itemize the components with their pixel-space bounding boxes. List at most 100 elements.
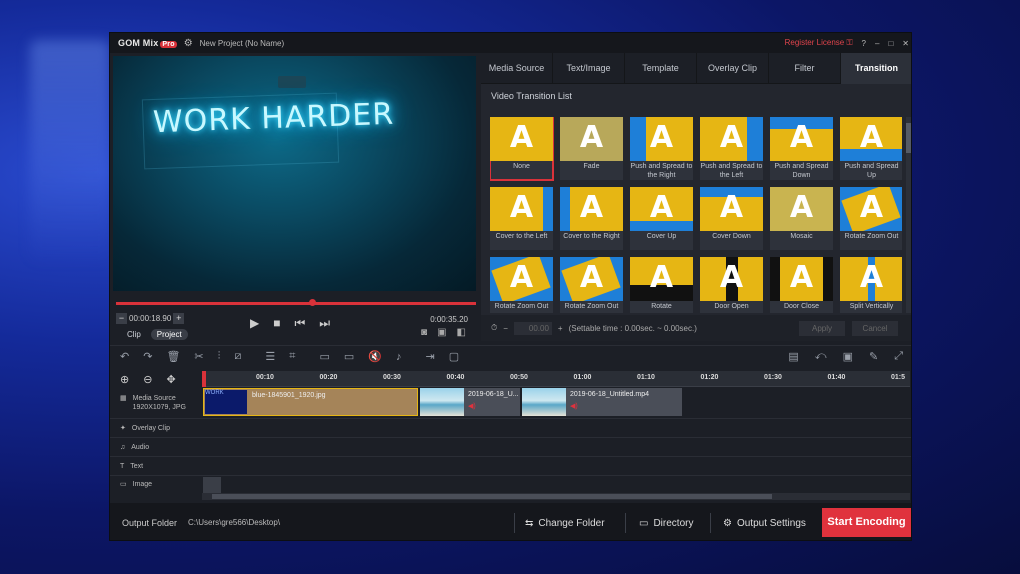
seek-bar[interactable] xyxy=(116,299,476,306)
timeline: ⊕ ⊖ ✥ 00:10 00:20 00:30 00:40 00:50 01:00 01:1… xyxy=(110,369,911,501)
tab-filter[interactable]: Filter xyxy=(769,53,841,84)
stop-icon[interactable]: ■ xyxy=(273,316,280,331)
time-decrement-button[interactable]: − xyxy=(116,313,127,324)
text-icon: T xyxy=(120,463,125,470)
split-icon[interactable]: ⫶ xyxy=(218,350,221,363)
transition-label: Cover Up xyxy=(646,233,677,240)
new-project-icon[interactable]: ▤ xyxy=(788,350,798,363)
transition-item[interactable]: A Cover Down xyxy=(700,187,763,250)
crop-tool-icon[interactable]: ⌗ xyxy=(289,350,295,363)
transition-item[interactable]: A Mosaic xyxy=(770,187,833,250)
fit-icon[interactable]: ✥ xyxy=(166,373,175,386)
transition-item[interactable]: A Door Open xyxy=(700,257,763,313)
save-project-icon[interactable]: ▣ xyxy=(843,350,853,363)
tab-transition[interactable]: Transition xyxy=(841,53,911,84)
clip-video-1[interactable]: 2019-06-18_U... ◀) xyxy=(420,388,520,416)
text-label: Text xyxy=(130,463,144,470)
neon-sign-text: WORK HARDER xyxy=(152,96,395,141)
insert-icon[interactable]: ⇥ xyxy=(425,350,434,363)
tab-project[interactable]: Project xyxy=(150,329,188,340)
minimize-button[interactable]: – xyxy=(875,39,879,48)
transition-item[interactable]: A Door Close xyxy=(770,257,833,313)
seek-handle[interactable] xyxy=(309,299,316,306)
redo-icon[interactable]: ↷ xyxy=(143,350,152,363)
transition-scrollbar[interactable] xyxy=(906,117,911,313)
settable-time-text: (Settable time : 0.00sec. ~ 0.00sec.) xyxy=(568,323,697,333)
maximize-button[interactable]: □ xyxy=(888,39,893,48)
play-icon[interactable]: ▶ xyxy=(250,316,259,331)
apply-button[interactable]: Apply xyxy=(799,321,845,336)
adjust-icon[interactable]: ☰ xyxy=(265,350,275,363)
crop-icon[interactable]: ▣ xyxy=(437,327,446,338)
zoom-out-icon[interactable]: ⊖ xyxy=(143,373,152,386)
clip-video-2[interactable]: 2019-06-18_Untitled.mp4 ◀) xyxy=(522,388,682,416)
transition-item[interactable]: A Push and Spread to the Left xyxy=(700,117,763,180)
playhead[interactable] xyxy=(202,371,206,387)
mute-icon[interactable]: 🔇 xyxy=(368,350,382,363)
tab-text-image[interactable]: Text/Image xyxy=(553,53,625,84)
transition-item[interactable]: A Rotate Zoom Out xyxy=(840,187,902,250)
snapshot-icon[interactable]: ◙ xyxy=(421,327,427,338)
transition-thumbnail: A xyxy=(490,117,553,161)
transition-thumbnail: A xyxy=(560,187,623,231)
media-source-label: Media Source xyxy=(132,395,176,402)
time-ruler[interactable]: 00:10 00:20 00:30 00:40 00:50 01:00 01:10 01:20… xyxy=(202,371,910,387)
transition-label: Push and Spread Up xyxy=(844,163,899,179)
transition-item[interactable]: A Cover to the Left xyxy=(490,187,553,250)
audio-off-icon[interactable]: ♪ xyxy=(396,351,402,363)
transition-item[interactable]: A Fade xyxy=(560,117,623,180)
image-track: ▭ Image xyxy=(110,476,911,493)
timeline-scrollbar[interactable] xyxy=(202,493,910,500)
transition-item[interactable]: A Rotate Zoom Out xyxy=(490,257,553,313)
directory-button[interactable]: ▭ Directory xyxy=(639,512,693,534)
duration-increment[interactable]: + xyxy=(558,324,563,333)
transition-item[interactable]: A Cover Up xyxy=(630,187,693,250)
start-encoding-button[interactable]: Start Encoding xyxy=(822,508,911,537)
split-view-icon[interactable]: ◧ xyxy=(457,327,466,338)
prev-frame-icon[interactable]: ⏮ xyxy=(294,316,305,331)
register-license-link[interactable]: Register License ⚿ xyxy=(785,38,853,48)
frame-icon[interactable]: ▢ xyxy=(449,350,459,363)
transition-thumbnail: A xyxy=(700,187,763,231)
export-icon[interactable]: ⤢ xyxy=(894,350,903,363)
transition-label: Cover to the Right xyxy=(563,233,620,240)
duration-decrement[interactable]: − xyxy=(503,324,508,333)
gear-icon[interactable]: ⚙ xyxy=(184,38,193,49)
video-preview[interactable]: WORK HARDER xyxy=(113,56,476,291)
tab-clip[interactable]: Clip xyxy=(121,329,147,340)
zoom-in-icon[interactable]: ⊕ xyxy=(120,373,129,386)
next-frame-icon[interactable]: ⏭ xyxy=(319,316,330,331)
image-icon[interactable]: ▭ xyxy=(344,350,354,363)
project-name: New Project (No Name) xyxy=(199,38,285,48)
transition-item[interactable]: A Push and Spread Up xyxy=(840,117,902,180)
image-left-icon[interactable]: ▭ xyxy=(319,350,329,363)
tab-overlay-clip[interactable]: Overlay Clip xyxy=(697,53,769,84)
image-clip-stub[interactable] xyxy=(203,477,221,493)
trim-icon[interactable]: ⧄ xyxy=(234,350,241,363)
clip-thumbnail xyxy=(420,388,464,416)
transition-item[interactable]: A Split Vertically xyxy=(840,257,902,313)
transition-item[interactable]: A Push and Spread to the Right xyxy=(630,117,693,180)
transition-item[interactable]: A Cover to the Right xyxy=(560,187,623,250)
transition-item[interactable]: A Rotate xyxy=(630,257,693,313)
transition-item[interactable]: A Push and Spread Down xyxy=(770,117,833,180)
open-project-icon[interactable]: ⤺ xyxy=(815,350,827,363)
tab-media-source[interactable]: Media Source xyxy=(481,53,553,84)
tab-template[interactable]: Template xyxy=(625,53,697,84)
time-increment-button[interactable]: + xyxy=(173,313,185,324)
current-time[interactable]: 00:00:18.90 xyxy=(129,314,171,323)
transition-item[interactable]: A None xyxy=(490,117,554,181)
clip-image[interactable]: WORK blue-1845901_1920.jpg xyxy=(203,388,418,416)
help-button[interactable]: ? xyxy=(862,39,866,48)
output-settings-button[interactable]: ⚙ Output Settings xyxy=(723,512,806,534)
cancel-button[interactable]: Cancel xyxy=(852,321,898,336)
close-button[interactable]: ✕ xyxy=(902,39,909,48)
change-folder-button[interactable]: ⇆ Change Folder xyxy=(525,512,605,534)
edit-project-icon[interactable]: ✎ xyxy=(869,350,878,363)
delete-icon[interactable]: 🗑 xyxy=(166,350,180,363)
cut-icon[interactable]: ✂ xyxy=(194,350,203,363)
text-track: T Text xyxy=(110,457,911,476)
duration-input[interactable]: 00.00 xyxy=(513,321,552,335)
undo-icon[interactable]: ↶ xyxy=(120,350,129,363)
transition-item[interactable]: A Rotate Zoom Out xyxy=(560,257,623,313)
